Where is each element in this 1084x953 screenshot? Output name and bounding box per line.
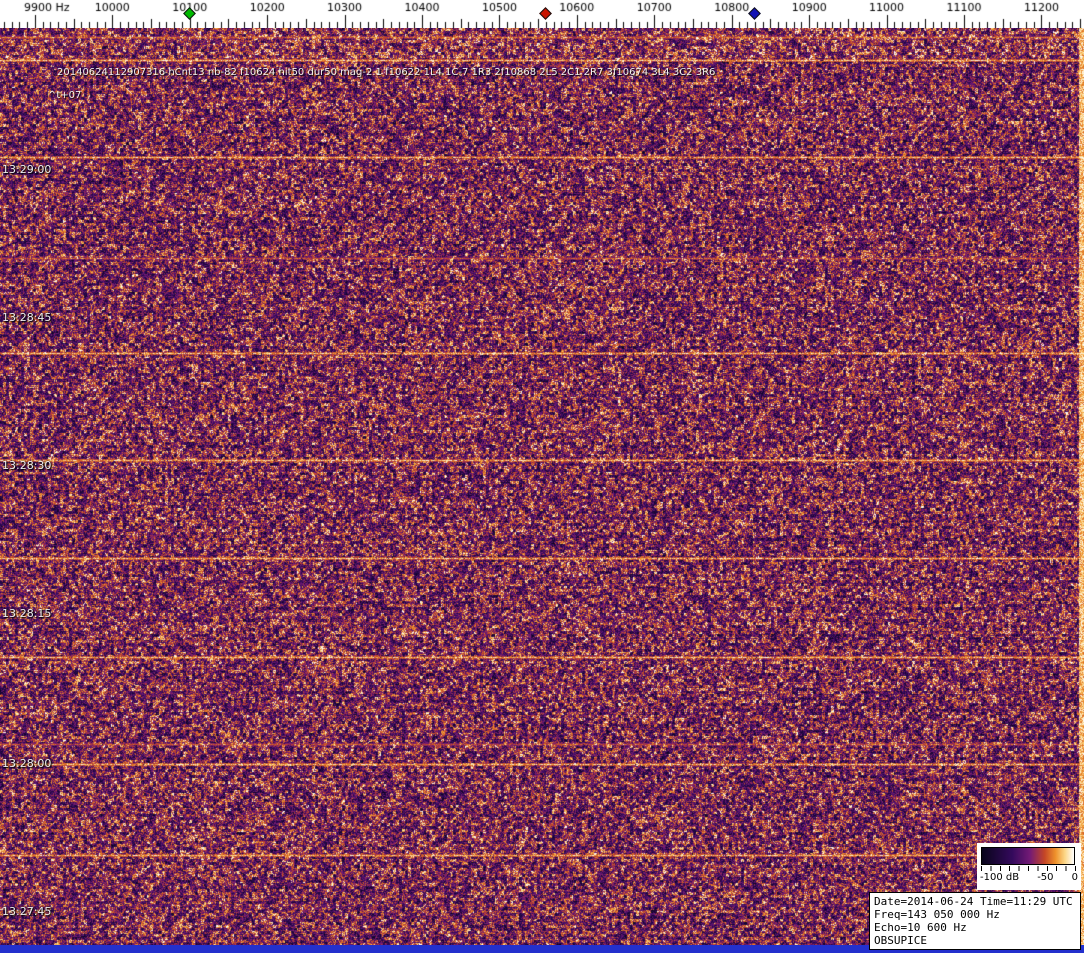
colorbar-panel: -100 dB -50 0: [977, 843, 1081, 890]
time-label: 13:28:00: [2, 757, 51, 770]
time-label: 13:28:30: [2, 459, 51, 472]
colorbar-gradient: [981, 847, 1075, 865]
time-label: 13:28:15: [2, 607, 51, 620]
colorbar-label-min: -100 dB: [980, 872, 1019, 883]
info-echo: Echo=10 600 Hz: [874, 921, 1076, 934]
info-station: OBSUPICE: [874, 934, 1076, 947]
frequency-ruler[interactable]: [0, 0, 1084, 28]
info-frequency: Freq=143 050 000 Hz: [874, 908, 1076, 921]
colorbar-labels: -100 dB -50 0: [980, 872, 1078, 883]
observation-info-box: Date=2014-06-24 Time=11:29 UTC Freq=143 …: [869, 892, 1081, 950]
time-label: 13:27:45: [2, 905, 51, 918]
meteor-spectrogram-window: 20140624112907316 hCnt13 nb-82 f10624 hi…: [0, 0, 1084, 953]
colorbar-label-max: 0: [1072, 872, 1078, 883]
colorbar-label-mid: -50: [1037, 872, 1053, 883]
colorbar-ticks: [981, 866, 1076, 871]
info-date-time: Date=2014-06-24 Time=11:29 UTC: [874, 895, 1076, 908]
time-label: 13:28:45: [2, 311, 51, 324]
detection-annotation: 20140624112907316 hCnt13 nb-82 f10624 hi…: [57, 67, 715, 78]
time-offset-annotation: ^t+07: [48, 90, 81, 101]
time-label: 13:29:00: [2, 163, 51, 176]
spectrogram-canvas[interactable]: [0, 28, 1084, 953]
